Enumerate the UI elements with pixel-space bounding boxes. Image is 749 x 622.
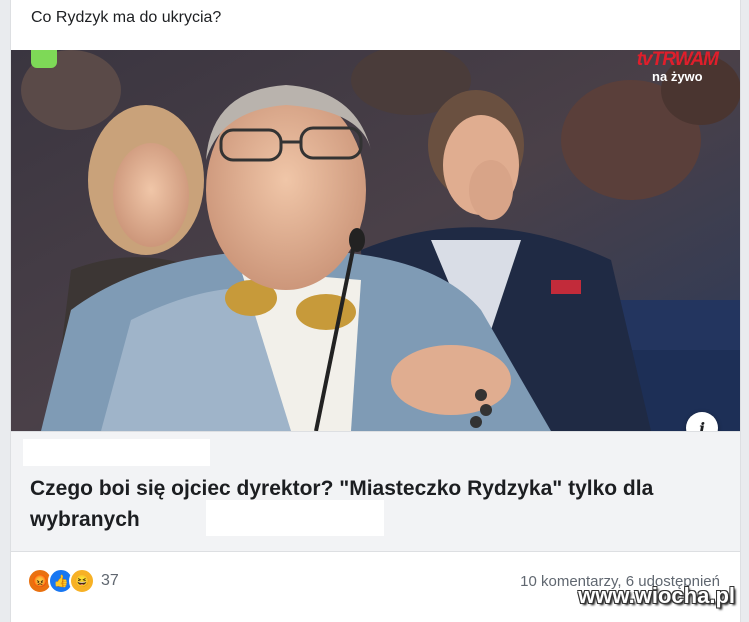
tv-channel-logo: tvTRWAM na żywo (636, 50, 719, 84)
live-label: na żywo (652, 69, 703, 84)
priest-photo (11, 50, 740, 431)
tv-brand-text: tvTRWAM (636, 50, 719, 70)
reactions-summary[interactable]: 😡 👍 😆 37 (27, 568, 119, 594)
post-card: Co Rydzyk ma do ukrycia? tvTRWAM na żywo… (10, 0, 741, 622)
post-text: Co Rydzyk ma do ukrycia? (31, 9, 222, 26)
site-watermark: www.wiocha.pl (578, 583, 735, 608)
link-image[interactable]: tvTRWAM na żywo (11, 50, 740, 431)
reaction-count: 37 (101, 572, 119, 589)
haha-reaction-icon: 😆 (69, 568, 95, 594)
link-preview[interactable]: Czego boi się ojciec dyrektor? "Miastecz… (11, 431, 740, 552)
channel-corner-logo (31, 50, 57, 68)
redacted-area (206, 500, 384, 536)
link-domain-area (23, 439, 210, 466)
